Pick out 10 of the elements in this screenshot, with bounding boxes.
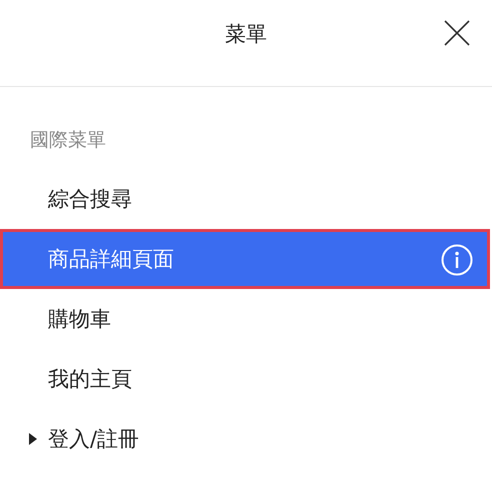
menu-item[interactable]: 購物車: [0, 289, 492, 349]
menu-item[interactable]: 商品詳細頁面: [0, 229, 490, 289]
section-label: 國際菜單: [30, 128, 107, 153]
close-icon[interactable]: [444, 20, 470, 46]
menu-item[interactable]: 綜合搜尋: [0, 169, 492, 229]
caret-icon[interactable]: [29, 433, 37, 445]
menu-title: 菜單: [225, 21, 267, 48]
info-icon[interactable]: [441, 244, 473, 276]
menu-item[interactable]: 我的主頁: [0, 349, 492, 409]
menu-item[interactable]: 登入/註冊: [0, 409, 492, 469]
